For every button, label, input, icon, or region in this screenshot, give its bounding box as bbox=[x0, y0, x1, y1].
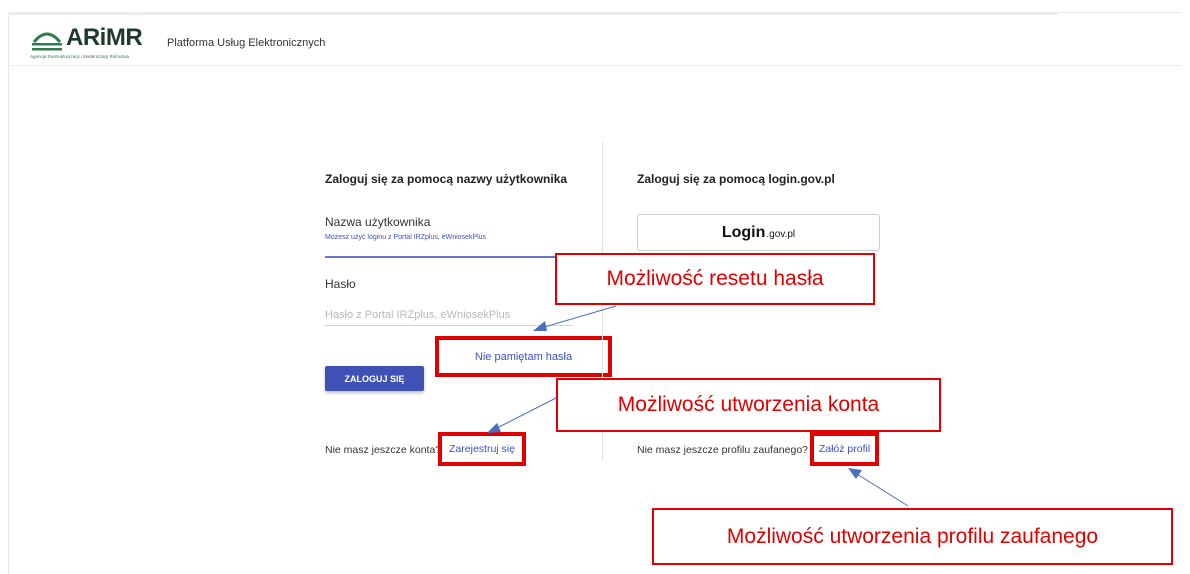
username-label: Nazwa użytkownika bbox=[325, 215, 431, 229]
username-field[interactable] bbox=[325, 256, 573, 258]
password-label: Hasło bbox=[325, 277, 356, 291]
create-profile-link[interactable]: Załóż profil bbox=[810, 432, 879, 466]
login-button[interactable]: ZALOGUJ SIĘ bbox=[325, 366, 424, 391]
logo-subtitle: Agencja Restrukturyzacji i Modernizacji … bbox=[30, 54, 130, 59]
gov-login-heading: Zaloguj się za pomocą login.gov.pl bbox=[637, 172, 835, 186]
login-gov-logo: Login bbox=[721, 223, 766, 241]
login-gov-logo-suffix: .gov.pl bbox=[766, 229, 796, 240]
username-hint: Możesz użyć loginu z Portal IRZplus, eWn… bbox=[325, 234, 487, 241]
header: ARiMR Agencja Restrukturyzacji i Moderni… bbox=[8, 16, 1182, 66]
top-border bbox=[8, 12, 1058, 15]
arimr-logo[interactable]: ARiMR Agencja Restrukturyzacji i Moderni… bbox=[30, 24, 160, 68]
callout-create-account: Możliwość utworzenia konta bbox=[556, 378, 941, 432]
profile-prompt: Nie masz jeszcze profilu zaufanego? bbox=[637, 444, 809, 456]
register-prompt: Nie masz jeszcze konta? bbox=[325, 444, 442, 456]
password-field[interactable] bbox=[325, 306, 573, 324]
logo-text: ARiMR bbox=[66, 24, 143, 51]
password-underline bbox=[325, 325, 573, 326]
platform-title: Platforma Usług Elektronicznych bbox=[167, 37, 326, 49]
username-login-heading: Zaloguj się za pomocą nazwy użytkownika bbox=[325, 172, 568, 186]
login-gov-button[interactable]: Login .gov.pl bbox=[637, 214, 880, 251]
forgot-password-link[interactable]: Nie pamiętam hasła bbox=[435, 336, 612, 377]
callout-create-profile: Możliwość utworzenia profilu zaufanego bbox=[652, 508, 1173, 565]
register-link[interactable]: Zarejestruj się bbox=[438, 432, 526, 466]
callout-reset-password: Możliwość resetu hasła bbox=[555, 253, 875, 305]
logo-mark-icon bbox=[32, 32, 62, 51]
